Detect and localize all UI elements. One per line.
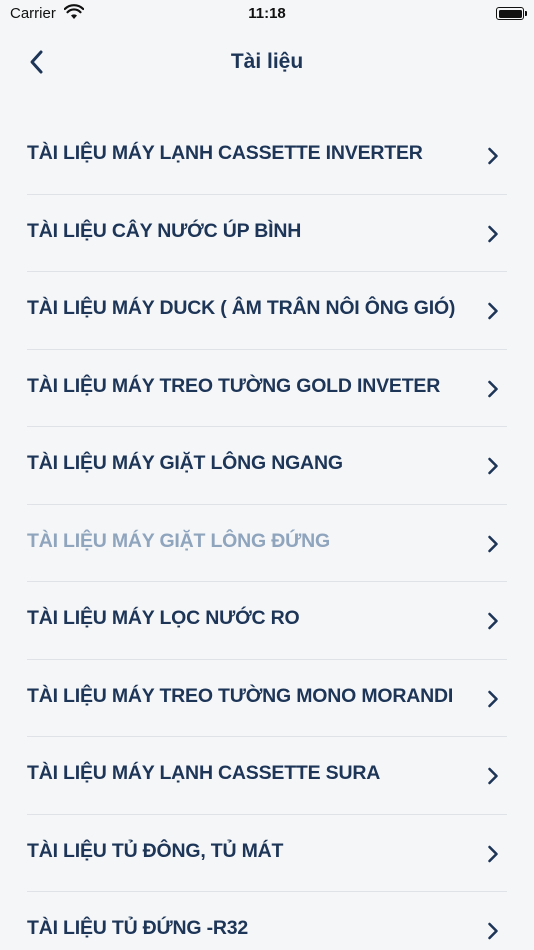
- list-item[interactable]: TÀI LIỆU CÂY NƯỚC ÚP BÌNH: [27, 195, 507, 272]
- list-item-label: TÀI LIỆU MÁY LẠNH CASSETTE SURA: [27, 762, 381, 784]
- status-bar: Carrier 11:18: [0, 0, 534, 28]
- clock: 11:18: [248, 5, 286, 22]
- chevron-right-icon: [488, 380, 498, 397]
- list-item-label: TÀI LIỆU MÁY TREO TƯỜNG MONO MORANDI: [27, 684, 454, 707]
- list-item-label: TÀI LIỆU TỦ ĐỨNG -R32: [27, 917, 249, 939]
- list-item[interactable]: TÀI LIỆU TỦ ĐÔNG, TỦ MÁT: [27, 815, 507, 892]
- list-item[interactable]: TÀI LIỆU MÁY LẠNH CASSETTE SURA: [27, 737, 507, 815]
- chevron-right-icon: [488, 535, 498, 552]
- chevron-right-icon: [488, 845, 498, 862]
- chevron-right-icon: [488, 612, 498, 630]
- chevron-right-icon: [488, 225, 498, 242]
- list-item[interactable]: TÀI LIỆU MÁY TREO TƯỜNG GOLD INVETER: [27, 350, 507, 427]
- navigation-bar: Tài liệu: [0, 28, 534, 96]
- list-item[interactable]: TÀI LIỆU MÁY GIẶT LÔNG NGANG: [27, 427, 507, 505]
- list-item-label: TÀI LIỆU MÁY LỌC NƯỚC RO: [27, 607, 300, 629]
- chevron-right-icon: [488, 302, 498, 320]
- list-item[interactable]: TÀI LIỆU MÁY TREO TƯỜNG MONO MORANDI: [27, 660, 507, 737]
- chevron-right-icon: [488, 457, 498, 475]
- list-item-label: TÀI LIỆU MÁY GIẶT LÔNG ĐỨNG: [27, 529, 330, 552]
- list-item-label: TÀI LIỆU MÁY GIẶT LÔNG NGANG: [27, 452, 343, 474]
- chevron-right-icon: [488, 767, 498, 785]
- page-title: Tài liệu: [230, 50, 304, 73]
- list-item[interactable]: TÀI LIỆU TỦ ĐỨNG -R32: [27, 892, 507, 950]
- list-item-label: TÀI LIỆU MÁY DUCK ( ÂM TRÂN NÔI ÔNG GIÓ): [27, 297, 456, 319]
- chevron-right-icon: [488, 147, 498, 165]
- list-item[interactable]: TÀI LIỆU MÁY LẠNH CASSETTE INVERTER: [27, 117, 507, 195]
- battery-icon: [496, 7, 527, 20]
- list-item[interactable]: TÀI LIỆU MÁY LỌC NƯỚC RO: [27, 582, 507, 660]
- document-list: TÀI LIỆU MÁY LẠNH CASSETTE INVERTER TÀI L…: [27, 117, 507, 950]
- list-item-label: TÀI LIỆU TỦ ĐÔNG, TỦ MÁT: [27, 839, 284, 862]
- list-item[interactable]: TÀI LIỆU MÁY GIẶT LÔNG ĐỨNG: [27, 505, 507, 582]
- list-item-label: TÀI LIỆU CÂY NƯỚC ÚP BÌNH: [27, 219, 302, 242]
- list-item-label: TÀI LIỆU MÁY LẠNH CASSETTE INVERTER: [27, 142, 423, 164]
- chevron-right-icon: [488, 922, 498, 940]
- chevron-right-icon: [488, 690, 498, 707]
- list-item[interactable]: TÀI LIỆU MÁY DUCK ( ÂM TRÂN NÔI ÔNG GIÓ): [27, 272, 507, 350]
- list-item-label: TÀI LIỆU MÁY TREO TƯỜNG GOLD INVETER: [27, 374, 441, 397]
